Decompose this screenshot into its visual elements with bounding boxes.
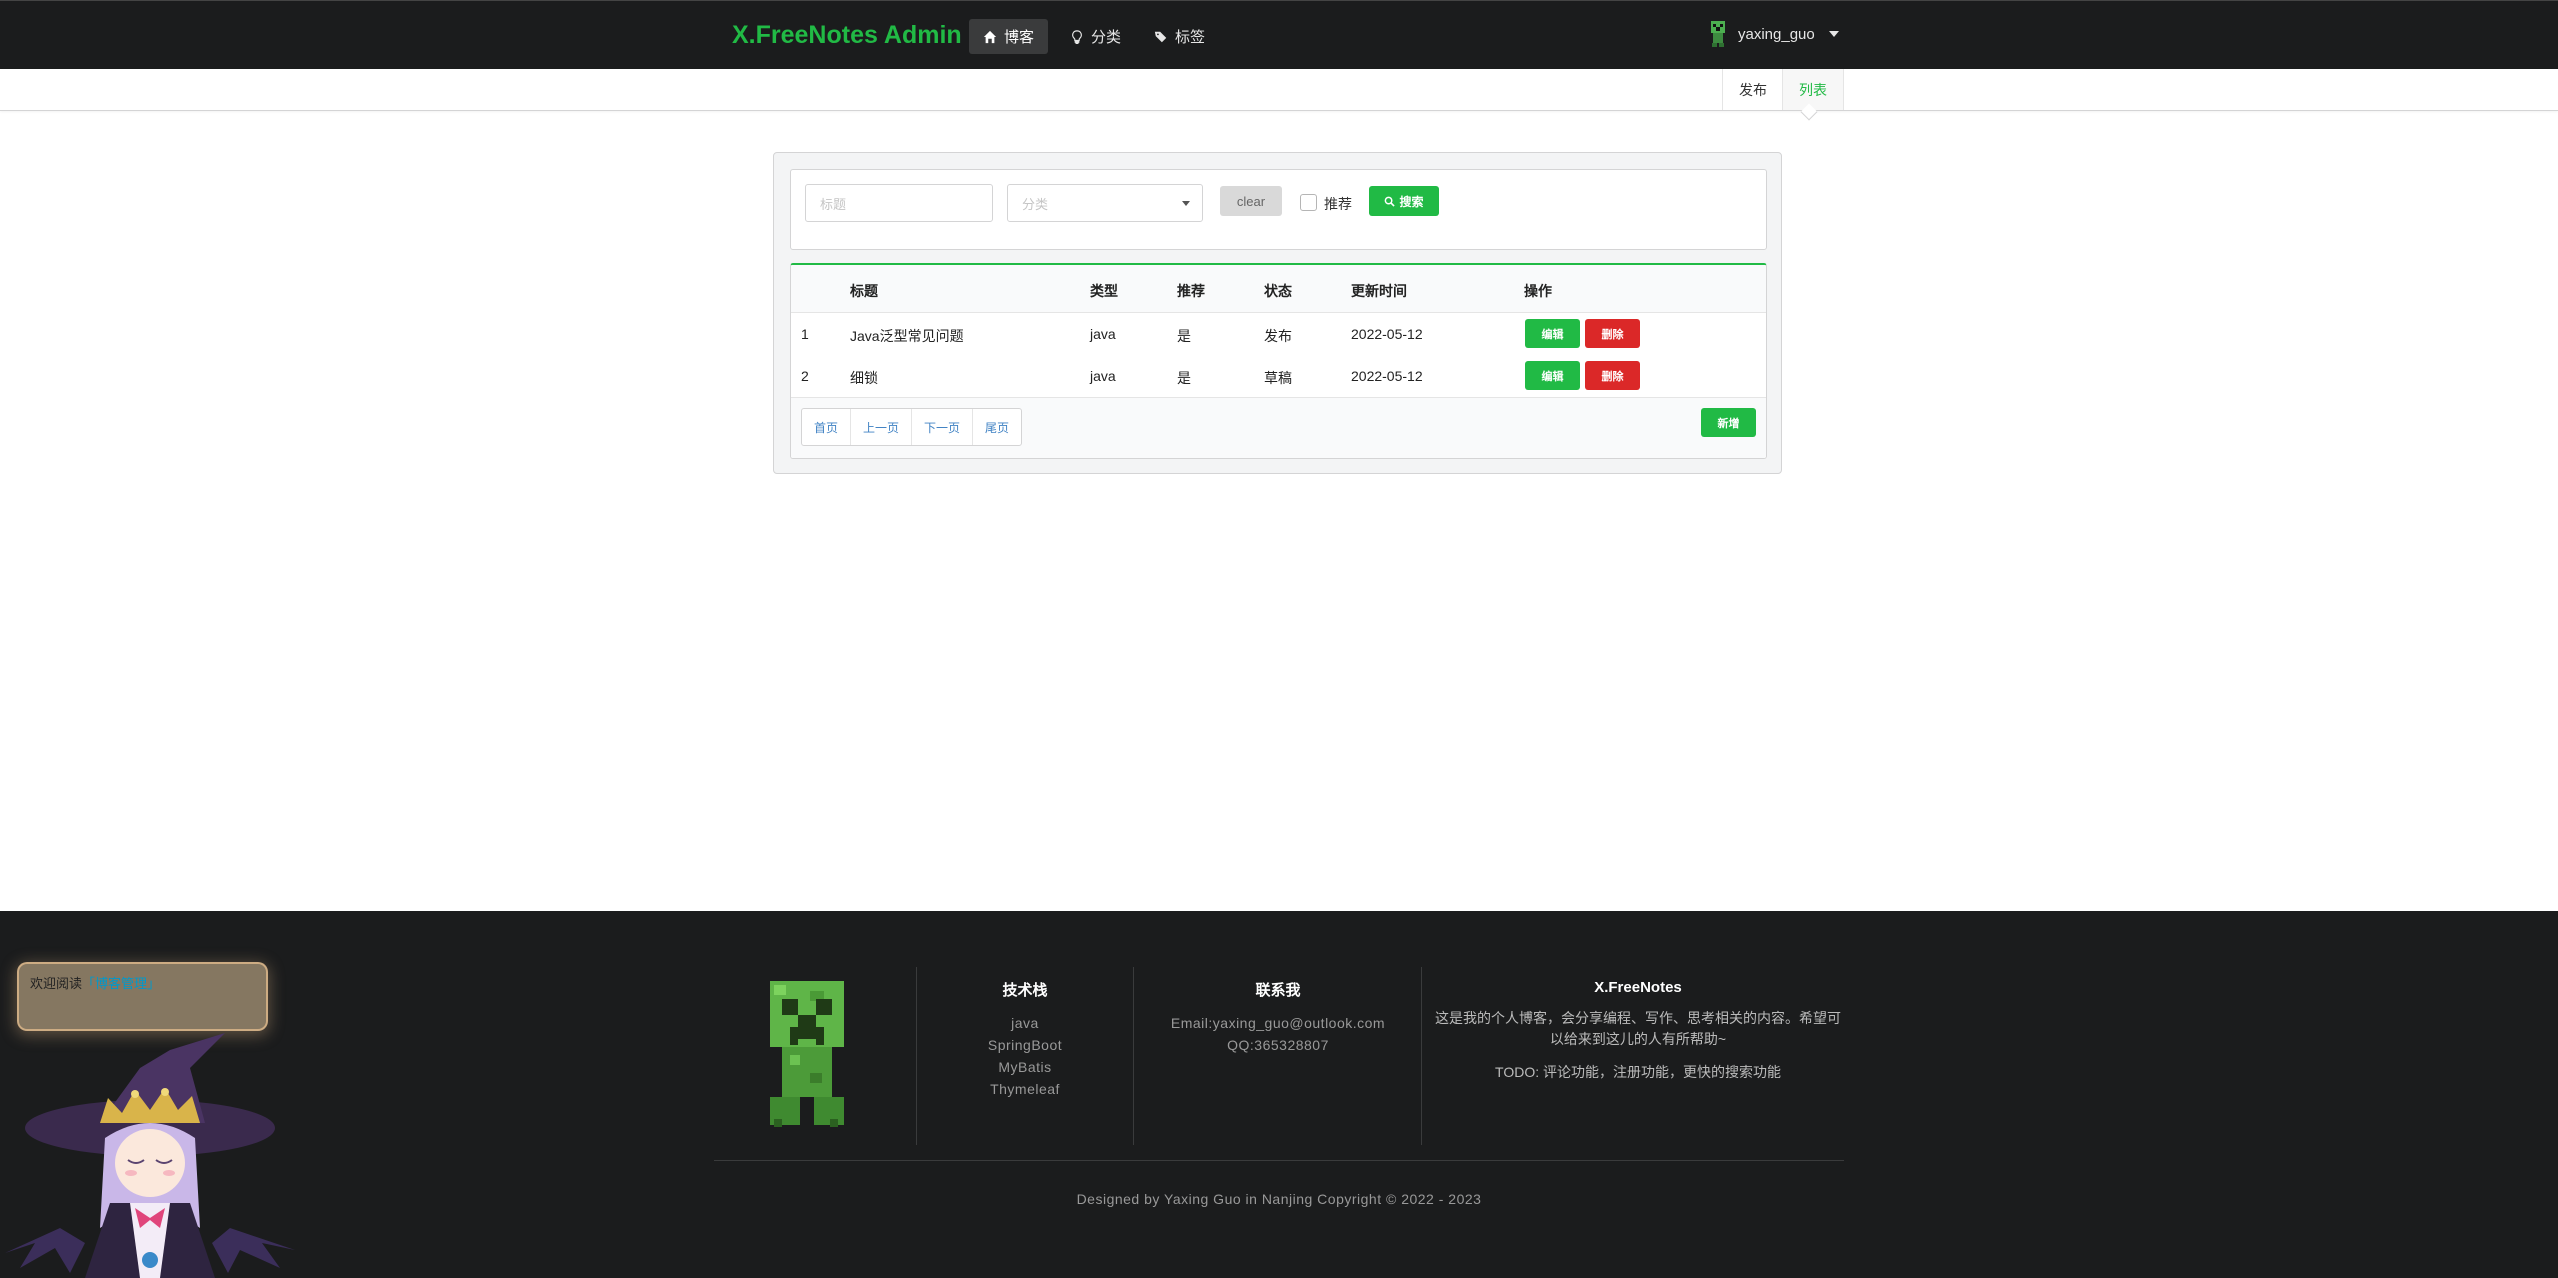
- category-select[interactable]: 分类: [1007, 184, 1203, 222]
- creeper-logo: [770, 981, 844, 1127]
- search-icon: [1385, 196, 1396, 207]
- row-recommend: 是: [1177, 328, 1191, 344]
- footer-divider: [916, 967, 917, 1145]
- table-header: 标题 类型 推荐 状态 更新时间 操作: [791, 265, 1766, 313]
- pager-first[interactable]: 首页: [802, 409, 850, 445]
- blog-list-container: 标题 分类 clear 推荐 搜索 标题 类型 推荐 状态 更新时间 操作 1 …: [773, 152, 1782, 474]
- about-todo: TODO: 评论功能，注册功能，更快的搜索功能: [1495, 1064, 1781, 1080]
- contact-qq: QQ:365328807: [1227, 1037, 1329, 1053]
- greeting-text: 欢迎阅读: [30, 976, 83, 991]
- table-row: 1 Java泛型常见问题 java 是 发布 2022-05-12 编辑 删除: [791, 313, 1766, 355]
- column-updated: 更新时间: [1351, 283, 1407, 299]
- tech-item: java: [1011, 1015, 1039, 1031]
- nav-blog[interactable]: 博客: [969, 19, 1049, 54]
- edit-button[interactable]: 编辑: [1525, 361, 1580, 390]
- clear-button[interactable]: clear: [1220, 186, 1282, 216]
- about-title: X.FreeNotes: [1594, 979, 1682, 996]
- row-type: java: [1090, 326, 1116, 342]
- username: yaxing_guo: [1738, 25, 1815, 43]
- submenu-list[interactable]: 列表: [1782, 69, 1844, 110]
- sub-menu: 发布 列表: [0, 69, 2558, 111]
- title-input-placeholder: 标题: [820, 196, 847, 212]
- blog-table: 标题 类型 推荐 状态 更新时间 操作 1 Java泛型常见问题 java 是 …: [790, 263, 1767, 459]
- column-recommend: 推荐: [1177, 283, 1205, 299]
- nav-category-label: 分类: [1091, 29, 1122, 46]
- add-blog-button[interactable]: 新增: [1701, 408, 1756, 437]
- nav-tags-label: 标签: [1175, 29, 1206, 46]
- brand-logo[interactable]: X.FreeNotes Admin: [732, 21, 962, 50]
- top-navbar: X.FreeNotes Admin 博客 分类 标签 yaxing_guo: [0, 0, 2558, 69]
- user-menu[interactable]: yaxing_guo: [1708, 21, 1839, 47]
- row-type: java: [1090, 368, 1116, 384]
- category-select-placeholder: 分类: [1022, 196, 1049, 212]
- delete-button[interactable]: 删除: [1585, 361, 1640, 390]
- about-section: X.FreeNotes 这是我的个人博客，会分享编程、写作、思考相关的内容。希望…: [1432, 979, 1844, 1083]
- copyright-text: Designed by Yaxing Guo in Nanjing Copyri…: [1076, 1191, 1482, 1207]
- tags-icon: [1154, 31, 1167, 42]
- row-id: 2: [801, 368, 809, 384]
- edit-button[interactable]: 编辑: [1525, 319, 1580, 348]
- search-button[interactable]: 搜索: [1369, 186, 1439, 216]
- search-button-label: 搜索: [1399, 194, 1424, 209]
- footer-divider: [1133, 967, 1134, 1145]
- pager-last[interactable]: 尾页: [972, 409, 1021, 445]
- tech-stack-section: 技术栈 java SpringBoot MyBatis Thymeleaf: [960, 979, 1090, 1100]
- witch-mascot[interactable]: [0, 1028, 300, 1278]
- page-footer: 技术栈 java SpringBoot MyBatis Thymeleaf 联系…: [0, 911, 2558, 1278]
- submenu-publish[interactable]: 发布: [1722, 69, 1783, 110]
- row-recommend: 是: [1177, 370, 1191, 386]
- tech-item: SpringBoot: [987, 1037, 1063, 1053]
- nav-blog-label: 博客: [1004, 29, 1035, 46]
- about-description: 这是我的个人博客，会分享编程、写作、思考相关的内容。希望可以给来到这儿的人有所帮…: [1435, 1010, 1841, 1047]
- lightbulb-icon: [1072, 29, 1082, 44]
- footer-divider: [1421, 967, 1422, 1145]
- row-title: Java泛型常见问题: [850, 328, 964, 344]
- table-row: 2 细锁 java 是 草稿 2022-05-12 编辑 删除: [791, 355, 1766, 397]
- row-id: 1: [801, 326, 809, 342]
- chevron-down-icon: [1182, 201, 1190, 206]
- row-status: 草稿: [1264, 370, 1292, 386]
- tech-item: MyBatis: [998, 1059, 1052, 1075]
- table-footer: 首页 上一页 下一页 尾页 新增: [791, 397, 1766, 458]
- pager-next[interactable]: 下一页: [911, 409, 972, 445]
- contact-section: 联系我 Email:yaxing_guo@outlook.com QQ:3653…: [1148, 979, 1408, 1056]
- pager-prev[interactable]: 上一页: [850, 409, 911, 445]
- nav-tags[interactable]: 标签: [1140, 19, 1219, 54]
- chevron-down-icon: [1828, 31, 1839, 37]
- row-updated: 2022-05-12: [1351, 368, 1423, 384]
- recommend-checkbox[interactable]: [1300, 194, 1317, 211]
- delete-button[interactable]: 删除: [1585, 319, 1640, 348]
- greeting-highlight: 「博客管理」: [82, 976, 161, 991]
- row-status: 发布: [1264, 328, 1292, 344]
- tech-item: Thymeleaf: [990, 1081, 1060, 1097]
- column-actions: 操作: [1524, 283, 1552, 299]
- pagination: 首页 上一页 下一页 尾页: [801, 408, 1023, 446]
- avatar: [1711, 21, 1725, 47]
- title-input[interactable]: 标题: [805, 184, 993, 222]
- home-icon: [983, 30, 997, 43]
- contact-title: 联系我: [1255, 982, 1301, 999]
- search-form: 标题 分类 clear 推荐 搜索: [790, 169, 1767, 250]
- tech-stack-title: 技术栈: [1002, 982, 1048, 999]
- nav-category[interactable]: 分类: [1056, 19, 1135, 54]
- column-title: 标题: [850, 283, 878, 299]
- row-title: 细锁: [850, 370, 878, 386]
- footer-separator: [714, 1160, 1844, 1161]
- column-type: 类型: [1090, 283, 1118, 299]
- recommend-label: 推荐: [1324, 196, 1352, 212]
- row-updated: 2022-05-12: [1351, 326, 1423, 342]
- column-status: 状态: [1264, 283, 1292, 299]
- contact-email: Email:yaxing_guo@outlook.com: [1170, 1015, 1386, 1031]
- greeting-bubble: 欢迎阅读「博客管理」: [17, 962, 268, 1031]
